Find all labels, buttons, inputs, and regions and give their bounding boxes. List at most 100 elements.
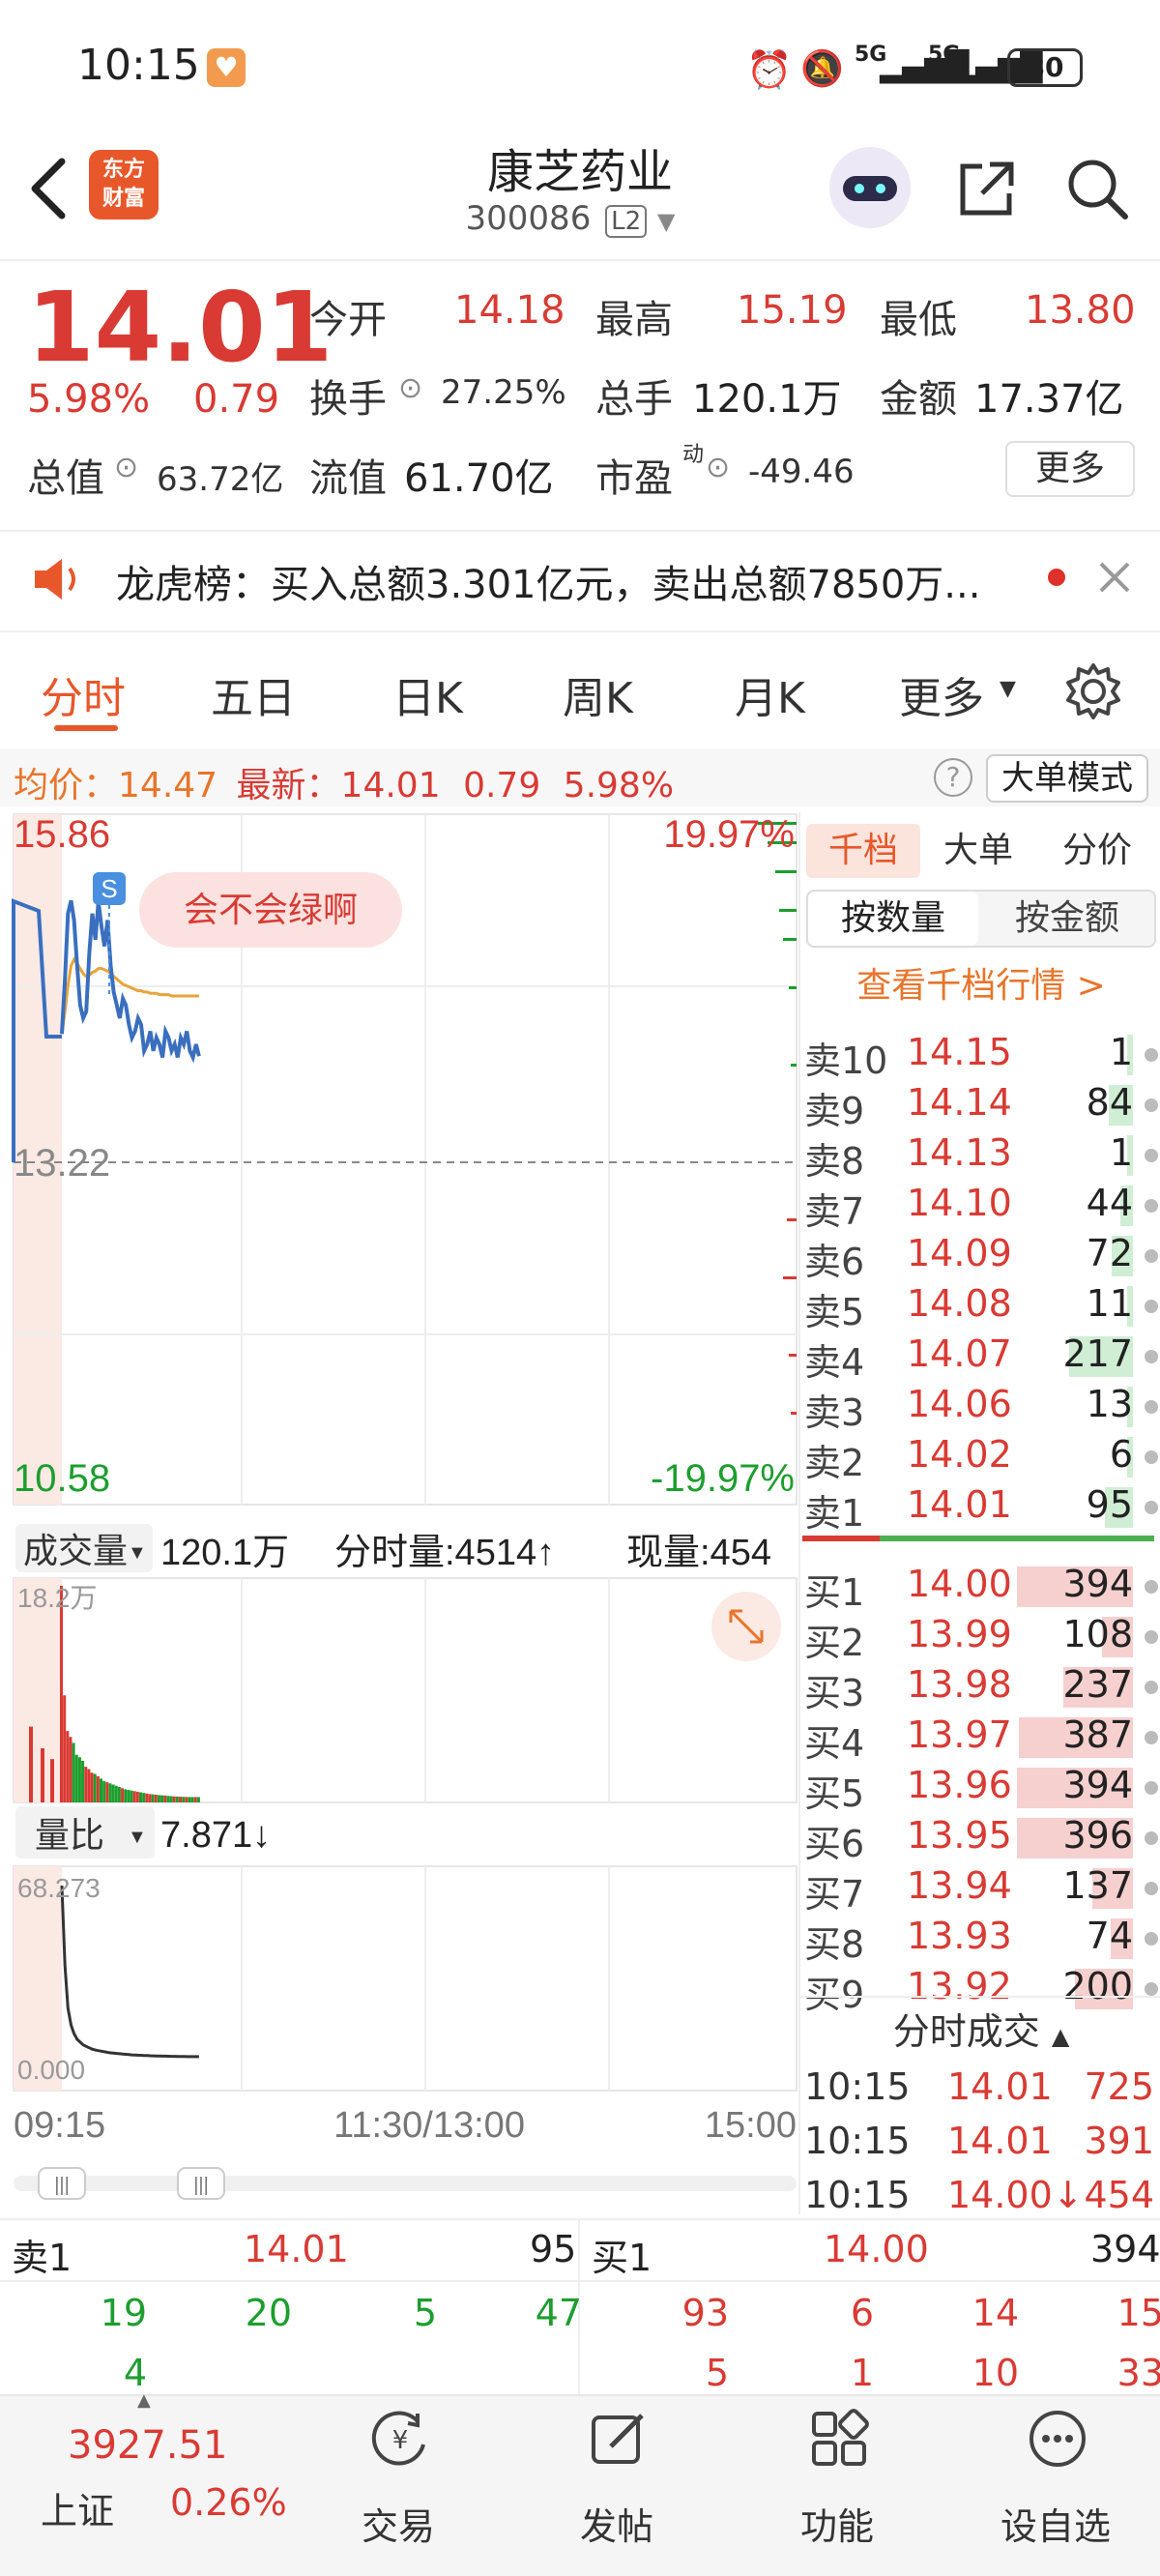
vol-max-label: 18.2万 — [17, 1583, 98, 1613]
ask-level-row[interactable]: 卖3 14.06 13 — [802, 1383, 1160, 1434]
ask-level-volume: 6 — [1109, 1433, 1133, 1476]
chevron-up-icon[interactable]: ▲ — [137, 2390, 151, 2411]
l2-sell-vol: 95 — [530, 2228, 577, 2270]
nav-post[interactable]: 发帖 — [549, 2402, 684, 2566]
volume-bar — [124, 1789, 128, 1802]
nav-add-watchlist[interactable]: 设自选 — [988, 2402, 1123, 2566]
ask-level-row[interactable]: 卖10 14.15 1 — [802, 1031, 1160, 1082]
tab-daily-k[interactable]: 日K — [392, 663, 463, 725]
ask-level-row[interactable]: 卖7 14.10 44 — [802, 1182, 1160, 1233]
l2-sell-queue-item: 19 — [100, 2292, 147, 2334]
tab-weekly-k[interactable]: 周K — [563, 663, 633, 725]
tab-more[interactable]: 更多 — [899, 663, 984, 725]
bid-level-row[interactable]: 买1 14.00 394 — [802, 1563, 1160, 1614]
info-icon[interactable]: ⊙ — [398, 371, 422, 405]
bid-level-row[interactable]: 买6 13.95 396 — [802, 1814, 1160, 1865]
trade-volume: 725 — [1084, 2065, 1154, 2108]
close-icon[interactable] — [1096, 559, 1133, 596]
index-value[interactable]: 3927.51 — [68, 2423, 227, 2468]
amount-value: 17.37亿 — [974, 377, 1124, 422]
robot-assistant-icon[interactable] — [829, 147, 911, 228]
y-min-label: 10.58 — [14, 1457, 110, 1500]
tab-five-day[interactable]: 五日 — [211, 663, 296, 725]
bid-level-row[interactable]: 买4 13.97 387 — [802, 1713, 1160, 1765]
ask-level-row[interactable]: 卖1 14.01 95 — [802, 1483, 1160, 1535]
volume-bar — [138, 1792, 142, 1802]
ask-level-label: 卖2 — [804, 1442, 865, 1484]
bid-level-row[interactable]: 买8 13.93 74 — [802, 1915, 1160, 1966]
ask-level-volume: 44 — [1086, 1182, 1133, 1224]
y-mid-label: 13.22 — [14, 1142, 110, 1185]
ask-level-dot — [1145, 1300, 1158, 1313]
more-button[interactable]: 更多 — [1005, 441, 1135, 497]
open-label: 今开 — [309, 298, 387, 342]
ask-level-row[interactable]: 卖4 14.07 217 — [802, 1332, 1160, 1384]
pe-value: -49.46 — [748, 453, 855, 491]
ask-level-row[interactable]: 卖6 14.09 72 — [802, 1232, 1160, 1283]
back-icon[interactable] — [21, 150, 79, 227]
tab-intraday[interactable]: 分时 — [41, 663, 126, 725]
divider — [800, 1996, 1160, 1998]
trade-volume: 454 — [1084, 2174, 1154, 2216]
ob-subtab-by-qty[interactable]: 按数量 — [808, 892, 978, 946]
ask-level-price: 14.14 — [907, 1081, 1012, 1124]
ob-tab-depth[interactable]: 千档 — [806, 824, 920, 878]
share-icon[interactable] — [953, 155, 1021, 222]
ob-depth-link[interactable]: 查看千档行情 > — [806, 957, 1156, 1008]
info-icon[interactable]: ⊙ — [706, 451, 730, 484]
nav-trade[interactable]: ¥ 交易 — [331, 2402, 466, 2566]
bid-level-price: 13.99 — [907, 1613, 1012, 1655]
nav-functions[interactable]: 功能 — [769, 2402, 905, 2566]
ask-level-volume: 84 — [1086, 1081, 1133, 1124]
stock-code-selector[interactable]: 300086 L2 ▼ — [445, 199, 696, 238]
bid-level-row[interactable]: 买2 13.99 108 — [802, 1613, 1160, 1664]
volume-bar — [121, 1788, 125, 1802]
volume-bar — [185, 1797, 188, 1802]
ask-level-dot — [1145, 1501, 1158, 1514]
bid-level-price: 14.00 — [907, 1563, 1012, 1605]
help-icon[interactable]: ? — [934, 758, 972, 797]
tab-monthly-k[interactable]: 月K — [735, 663, 805, 725]
bid-level-dot — [1145, 1932, 1158, 1946]
volume-bar — [175, 1796, 179, 1802]
ob-tab-price[interactable]: 分价 — [1040, 824, 1154, 878]
trade-row: 10:15 14.01 725 — [802, 2065, 1160, 2116]
zoom-scroller-track[interactable] — [14, 2176, 797, 2191]
search-icon[interactable] — [1063, 155, 1131, 222]
ask-level-row[interactable]: 卖5 14.08 11 — [802, 1282, 1160, 1333]
ask-level-dot — [1145, 1048, 1158, 1062]
ratio-max-label: 68.273 — [17, 1873, 101, 1903]
big-order-mode-button[interactable]: 大单模式 — [986, 754, 1148, 803]
info-icon[interactable]: ⊙ — [114, 451, 138, 484]
depth-bar — [775, 870, 797, 873]
trades-title[interactable]: 分时成交 ▲ — [802, 2002, 1160, 2055]
ask-level-row[interactable]: 卖9 14.14 84 — [802, 1081, 1160, 1132]
grip-icon: ||| — [54, 2175, 70, 2196]
y-max-label: 15.86 — [14, 813, 110, 856]
unread-dot — [1048, 569, 1065, 586]
bid-level-row[interactable]: 买5 13.96 394 — [802, 1764, 1160, 1815]
intraday-chart[interactable]: 15.86 13.22 10.58 19.97% -19.97% S 会不会绿啊… — [0, 812, 798, 2214]
ob-subtab-by-amount[interactable]: 按金额 — [980, 892, 1154, 946]
mute-icon: 🔕 — [800, 49, 844, 89]
speaker-icon — [35, 559, 75, 600]
gear-icon[interactable] — [1063, 661, 1123, 721]
bid-level-volume: 237 — [1062, 1663, 1133, 1706]
level2-badge: L2 — [605, 205, 648, 238]
ratio-min-label: 0.000 — [17, 2055, 85, 2085]
bid-level-row[interactable]: 买7 13.94 137 — [802, 1864, 1160, 1916]
volume-bar — [90, 1772, 94, 1802]
bid-level-dot — [1145, 1580, 1158, 1594]
ask-level-row[interactable]: 卖2 14.02 6 — [802, 1433, 1160, 1484]
volume-bar — [169, 1796, 173, 1802]
bid-level-row[interactable]: 买3 13.98 237 — [802, 1663, 1160, 1714]
ob-tab-big-order[interactable]: 大单 — [926, 824, 1030, 878]
time-start-label: 09:15 — [14, 2105, 105, 2146]
ask-level-volume: 72 — [1086, 1232, 1133, 1274]
divider — [0, 2280, 1160, 2282]
bid-level-volume: 108 — [1062, 1613, 1133, 1655]
ask-level-row[interactable]: 卖8 14.13 1 — [802, 1131, 1160, 1183]
ask-level-dot — [1145, 1400, 1158, 1414]
app-logo[interactable]: 东方 财富 — [89, 150, 159, 220]
l2-buy-queue-item: 5 — [705, 2352, 729, 2394]
